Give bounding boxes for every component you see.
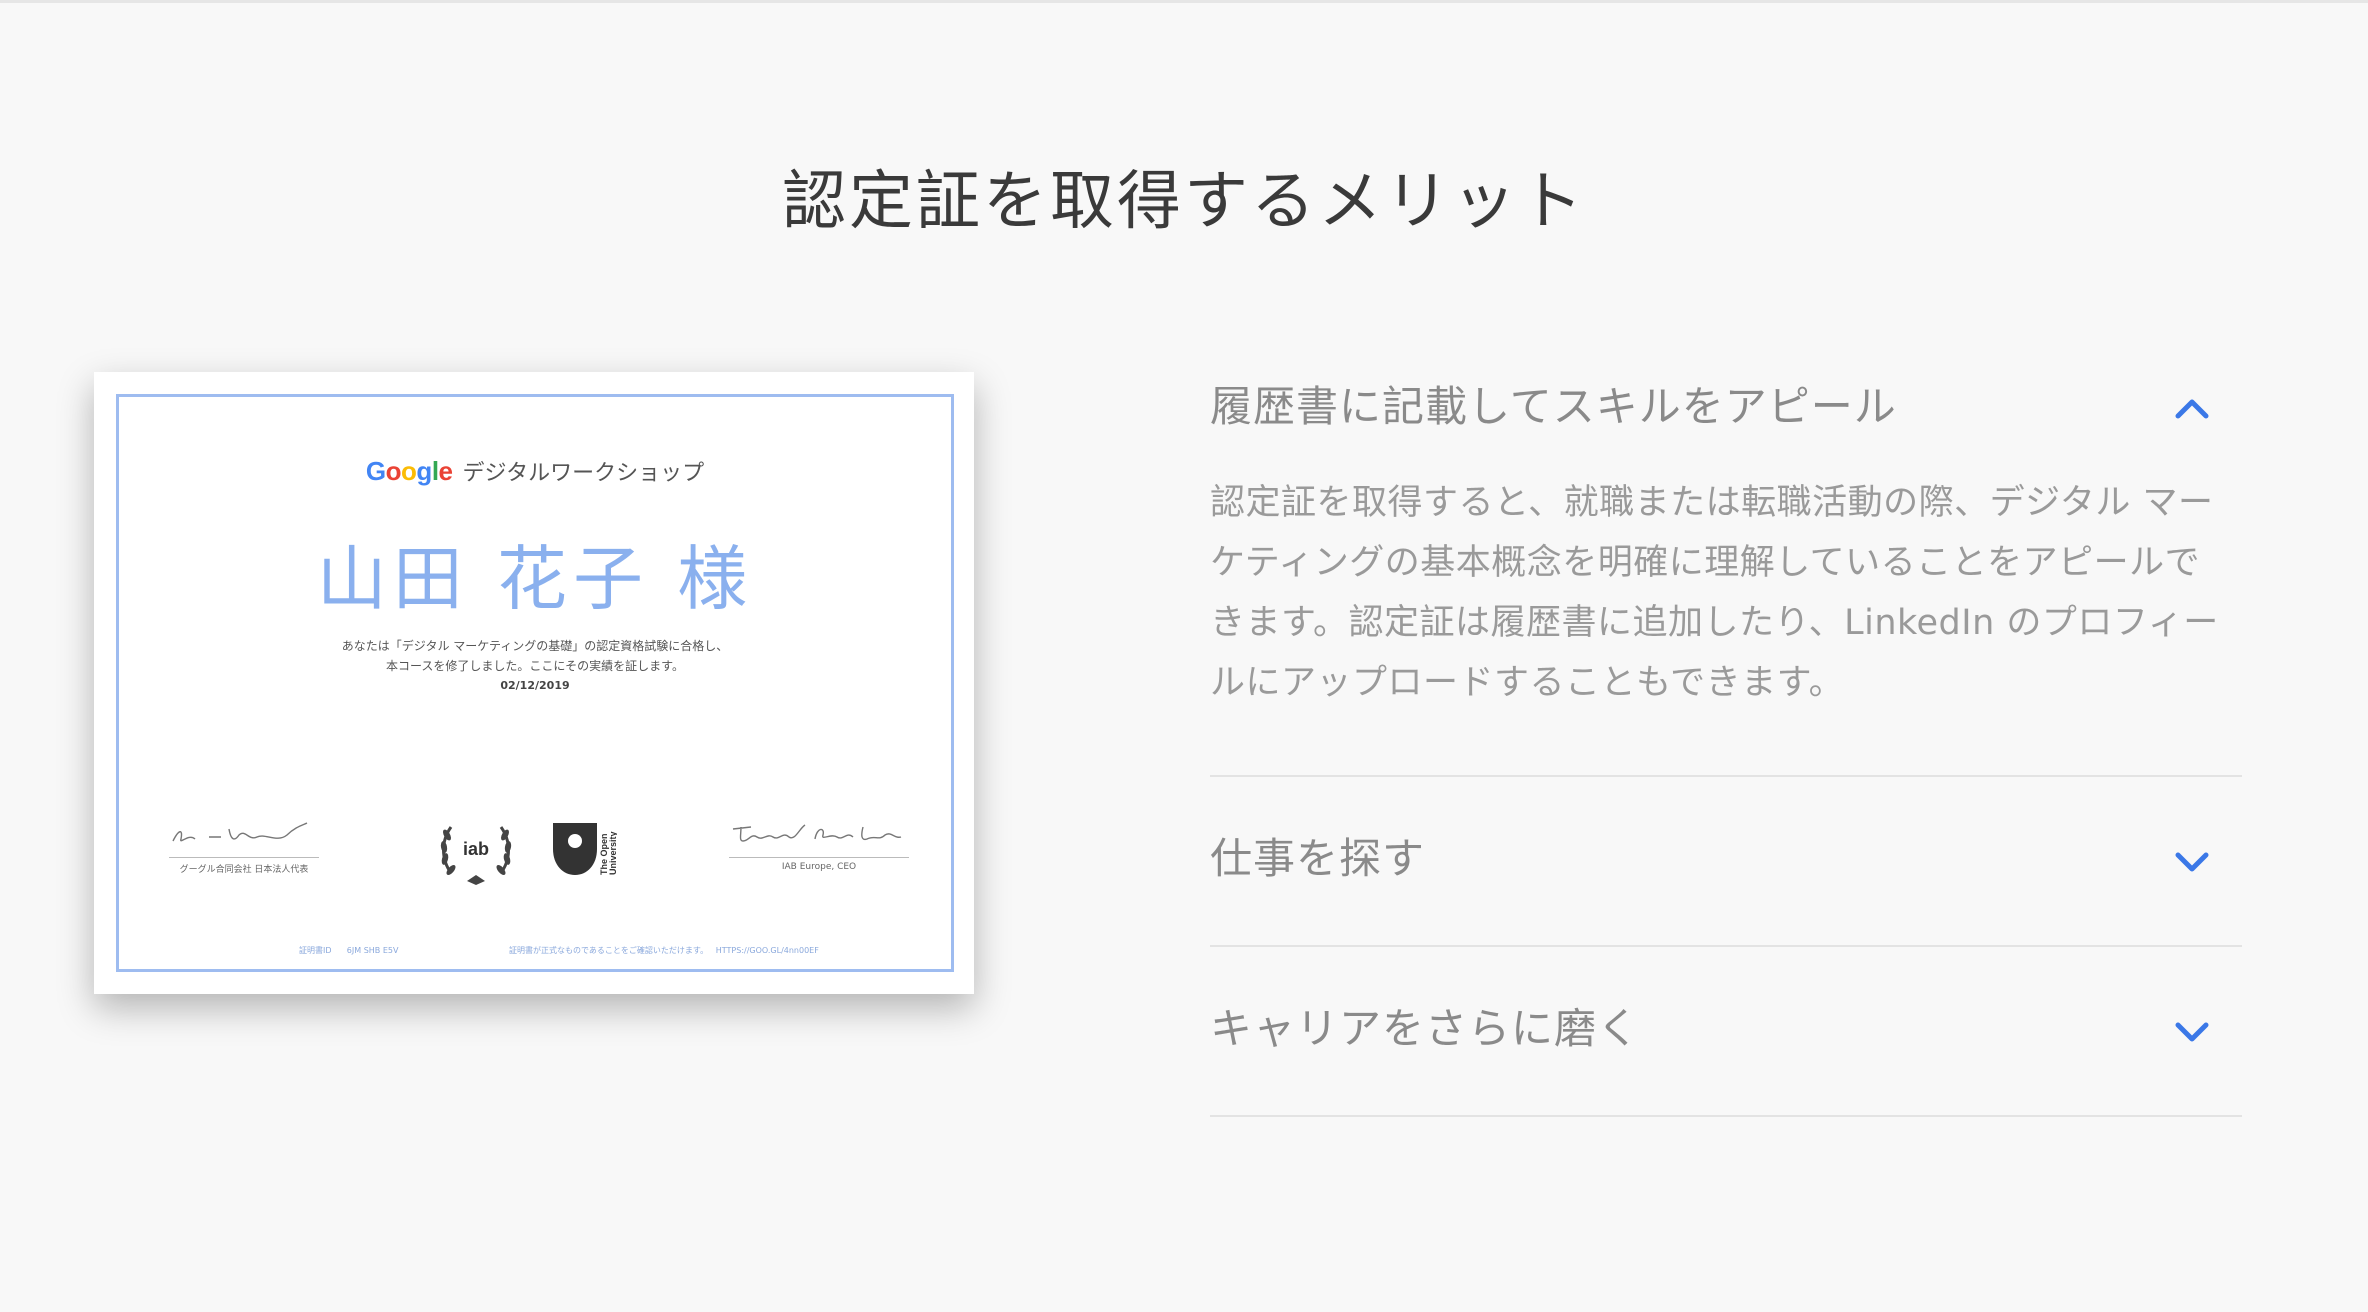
certificate-text-line-2: 本コースを修了しました。ここにその実績を証します。 <box>386 659 684 673</box>
signature-left-caption: グーグル合同会社 日本法人代表 <box>179 865 309 875</box>
accordion-body-text: 認定証を取得すると、就職または転職活動の際、デジタル マー ケティングの基本概念を… <box>1210 483 2219 703</box>
certificate-id: 証明書ID 6JM SHB E5V <box>299 946 399 955</box>
signature-left-rule <box>169 857 319 858</box>
signature-right-caption: IAB Europe, CEO <box>781 862 857 872</box>
signature-right-rule <box>729 857 909 858</box>
iab-logo: iab <box>440 826 512 885</box>
svg-text:iab: iab <box>463 839 489 859</box>
signature-right-scribble <box>732 824 902 842</box>
certificate-verify: 証明書が正式なものであることをご確認いただけます。 HTTPS://GOO.GL… <box>509 946 819 955</box>
certificate-recipient-name: 山田 花子 様 <box>316 538 754 620</box>
top-divider <box>0 0 2368 3</box>
certificate-frame: Google デジタルワークショップ 山田 花子 様 あなたは「デジタル マーケテ… <box>116 394 954 972</box>
certificate-text-line-1: あなたは「デジタル マーケティングの基礎」の認定資格試験に合格し、 <box>341 639 729 653</box>
certificate-header: Google デジタルワークショップ <box>119 455 951 487</box>
accordion-title: キャリアをさらに磨く <box>1210 1004 1641 1053</box>
signature-left: グーグル合同会社 日本法人代表 <box>169 819 319 875</box>
chevron-down-icon[interactable] <box>2172 1019 2212 1045</box>
google-logo: Google <box>365 456 453 486</box>
accordion-body-resume: 認定証を取得すると、就職または転職活動の際、デジタル マー ケティングの基本概念を… <box>1210 461 2242 775</box>
accordion-title: 履歴書に記載してスキルをアピール <box>1210 382 1897 431</box>
signature-left-scribble <box>172 822 308 842</box>
certificate-sample-image: Google デジタルワークショップ 山田 花子 様 あなたは「デジタル マーケテ… <box>94 372 974 994</box>
open-university-logo: The Open University <box>553 823 617 875</box>
certificate-workshop-name: デジタルワークショップ <box>462 461 705 486</box>
svg-text:University: University <box>608 831 617 875</box>
benefits-accordion: 履歴書に記載してスキルをアピール 認定証を取得すると、就職または転職活動の際、デ… <box>1210 355 2242 1117</box>
accordion-header-career[interactable]: キャリアをさらに磨く <box>1210 947 2242 1115</box>
chevron-down-icon[interactable] <box>2172 849 2212 875</box>
chevron-up-icon[interactable] <box>2172 395 2212 421</box>
accordion-item-resume: 履歴書に記載してスキルをアピール 認定証を取得すると、就職または転職活動の際、デ… <box>1210 355 2242 777</box>
accordion-item-career: キャリアをさらに磨く <box>1210 947 2242 1117</box>
section-title: 認定証を取得するメリット <box>782 165 1586 239</box>
accordion-item-job: 仕事を探す <box>1210 777 2242 947</box>
accordion-title: 仕事を探す <box>1210 834 1426 883</box>
accordion-header-job[interactable]: 仕事を探す <box>1210 777 2242 945</box>
certificate-date: 02/12/2019 <box>500 679 570 692</box>
accordion-header-resume[interactable]: 履歴書に記載してスキルをアピール <box>1210 355 2242 461</box>
signature-right: IAB Europe, CEO <box>729 819 909 872</box>
